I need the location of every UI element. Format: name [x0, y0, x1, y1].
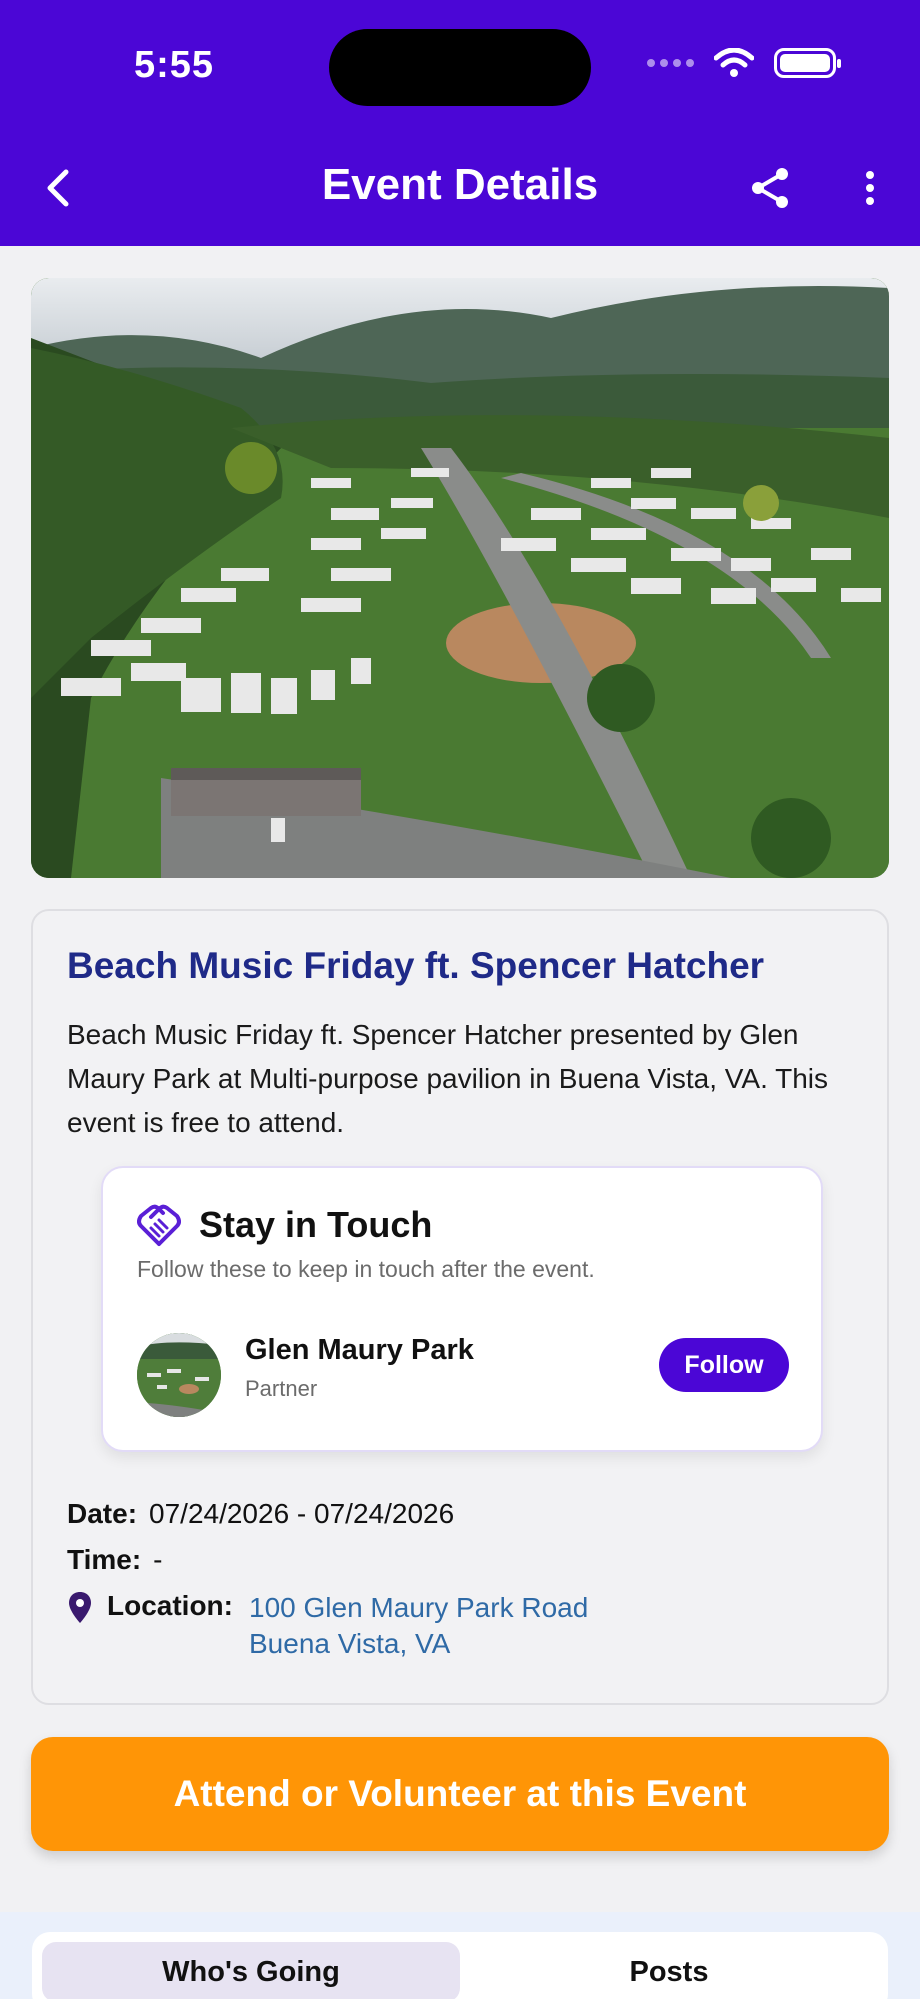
share-icon: [752, 168, 788, 208]
follow-button[interactable]: Follow: [659, 1338, 789, 1392]
stay-in-touch-card: Stay in Touch Follow these to keep in to…: [101, 1166, 823, 1452]
event-date: Date: 07/24/2026 - 07/24/2026: [67, 1498, 454, 1530]
handshake-icon: [137, 1204, 181, 1246]
wifi-icon: [714, 48, 754, 77]
tabs-section: Who's Going Posts: [0, 1912, 920, 1999]
share-button[interactable]: [744, 160, 796, 216]
tab-whos-going[interactable]: Who's Going: [42, 1942, 460, 1999]
event-description: Beach Music Friday ft. Spencer Hatcher p…: [67, 1019, 829, 1138]
location-label: Location:: [107, 1590, 233, 1621]
date-label: Date:: [67, 1498, 138, 1529]
app-header: 5:55 Event Details: [0, 0, 920, 246]
status-icons: [647, 48, 841, 78]
stay-in-touch-title: Stay in Touch: [199, 1204, 433, 1245]
signal-icon: [647, 59, 694, 67]
time-label: Time:: [67, 1544, 142, 1575]
dynamic-island: [329, 29, 591, 106]
stay-in-touch-subtitle: Follow these to keep in touch after the …: [137, 1256, 595, 1282]
event-details-card: Beach Music Friday ft. Spencer Hatcher B…: [31, 909, 889, 1705]
location-line-2[interactable]: Buena Vista, VA: [249, 1626, 588, 1662]
event-title: Beach Music Friday ft. Spencer Hatcher: [67, 945, 765, 986]
location-pin-icon: [69, 1592, 91, 1623]
more-vertical-icon: [866, 171, 874, 205]
battery-icon: [774, 48, 841, 78]
partner-avatar[interactable]: [137, 1333, 221, 1417]
event-location: Location: 100 Glen Maury Park Road Buena…: [67, 1590, 588, 1662]
tab-bar: Who's Going Posts: [32, 1932, 888, 1999]
time-value: -: [153, 1544, 163, 1575]
partner-role: Partner: [245, 1376, 318, 1401]
event-photo: [31, 278, 889, 878]
event-time: Time: -: [67, 1544, 163, 1576]
event-image: [31, 278, 889, 878]
more-options-button[interactable]: [856, 160, 884, 216]
partner-avatar-image: [137, 1333, 221, 1417]
tab-posts[interactable]: Posts: [460, 1942, 878, 1999]
location-line-1[interactable]: 100 Glen Maury Park Road: [249, 1590, 588, 1626]
partner-name[interactable]: Glen Maury Park: [245, 1334, 474, 1367]
location-link[interactable]: 100 Glen Maury Park Road Buena Vista, VA: [249, 1590, 588, 1662]
attend-volunteer-button[interactable]: Attend or Volunteer at this Event: [31, 1737, 889, 1851]
date-value: 07/24/2026 - 07/24/2026: [149, 1498, 455, 1529]
status-time: 5:55: [134, 44, 215, 86]
